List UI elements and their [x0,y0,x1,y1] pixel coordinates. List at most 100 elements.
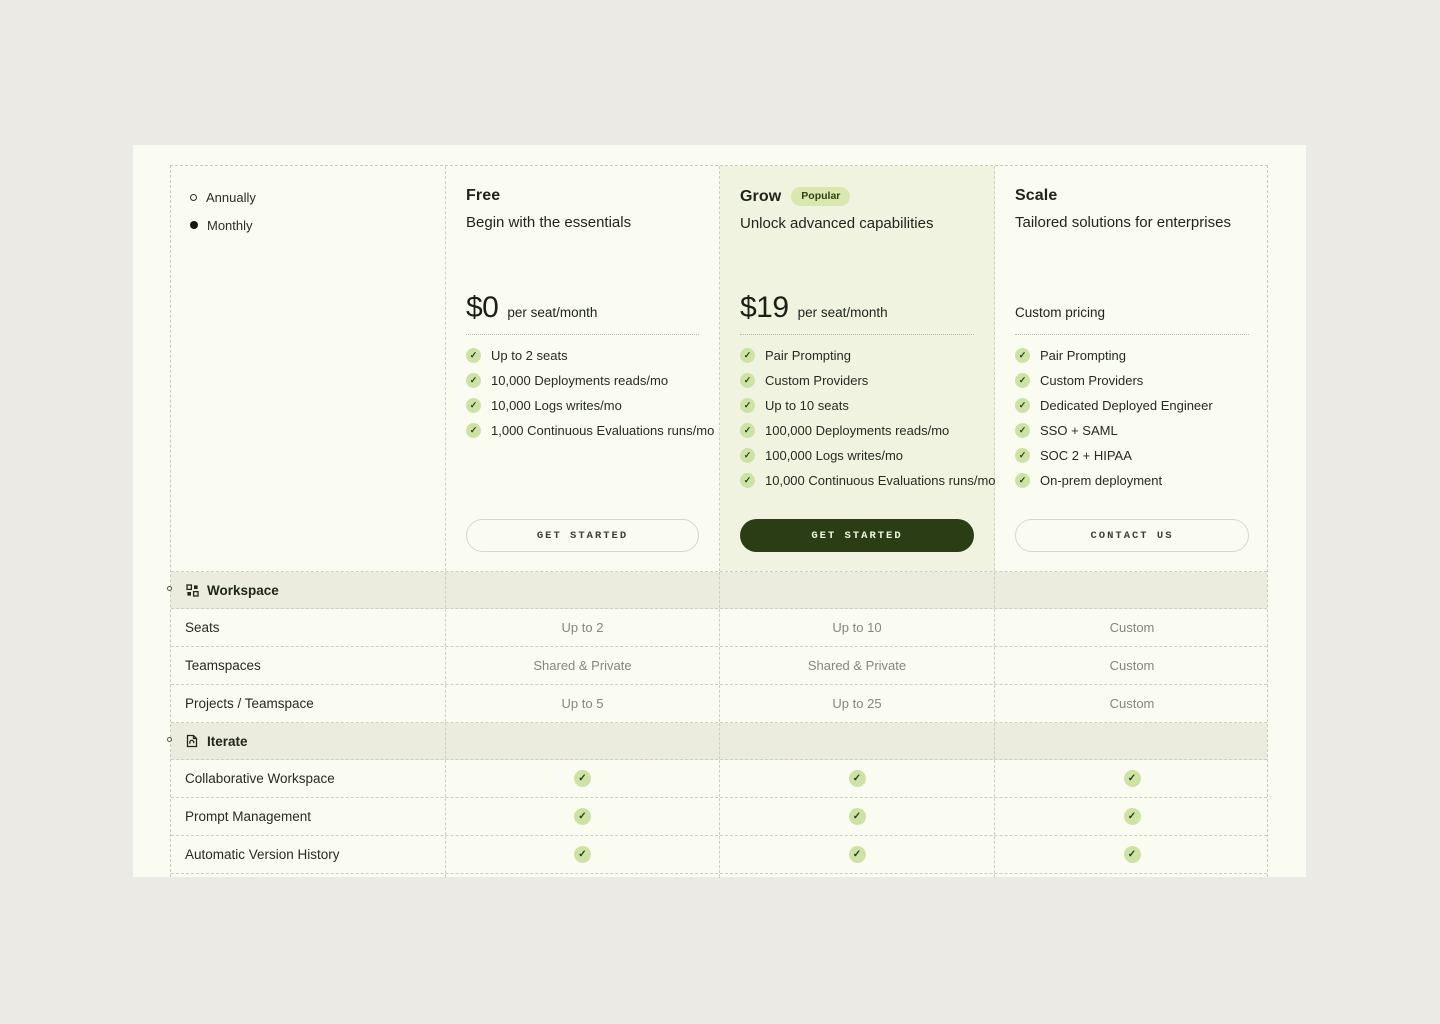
feature-list-scale: ✓ Pair Prompting ✓Custom Providers ✓ Dedic… [1015,348,1257,498]
row-value-scale: Custom [995,609,1269,646]
popular-badge: Popular [791,187,850,206]
row-value-free: Up to 2 [446,609,720,646]
check-icon: ✓ [849,770,866,787]
feature-item: ✓100,000 Logs writes/mo [740,448,982,463]
feature-item: ✓ Dedicated Deployed Engineer [1015,398,1257,413]
feature-item: ✓Up to 2 seats [466,348,707,363]
feature-list-grow: ✓ Pair Prompting ✓Custom Providers ✓Up to… [740,348,982,498]
custom-pricing-label: Custom pricing [1015,305,1105,320]
check-icon: ✓ [740,348,755,363]
check-icon: ✓ [740,448,755,463]
row-value-scale: Custom [995,685,1269,722]
table-row-seats: Seats Up to 2 Up to 10 Custom [171,609,1267,647]
plan-card-grow: Grow Popular Unlock advanced capabilitie… [720,166,995,571]
section-row-iterate: Iterate [171,723,1267,760]
check-icon: ✓ [740,473,755,488]
row-label: Collaborative Workspace [171,760,446,797]
section-anchor-icon [167,737,172,742]
table-row-projects-teamspace: Projects / Teamspace Up to 5 Up to 25 Cu… [171,685,1267,723]
feature-item: ✓SOC 2 + HIPAA [1015,448,1257,463]
plan-tagline-free: Begin with the essentials [466,214,699,231]
pricing-table: Annually Monthly Free Begin with the ess… [170,165,1268,877]
feature-item: ✓Up to 10 seats [740,398,982,413]
check-icon: ✓ [740,373,755,388]
feature-item: ✓Custom Providers [740,373,982,388]
billing-monthly-option[interactable]: Monthly [190,217,425,233]
check-icon: ✓ [1015,448,1030,463]
section-cell [720,572,995,608]
grow-get-started-button[interactable]: GET STARTED [740,519,974,552]
plan-name-free: Free [466,187,500,205]
divider [740,334,974,335]
pricing-page: Annually Monthly Free Begin with the ess… [133,145,1306,877]
table-row-collaborative-workspace: Collaborative Workspace ✓ ✓ ✓ [171,760,1267,798]
feature-label: 1,000 Continuous Evaluations runs/mo [491,423,714,438]
feature-label: Pair Prompting [765,348,851,363]
feature-label: 10,000 Deployments reads/mo [491,373,668,388]
row-value-free: ✓ [446,836,720,873]
billing-annually-option[interactable]: Annually [190,189,425,205]
section-cell [446,723,720,759]
section-title: Workspace [207,583,279,598]
section-anchor-icon [167,586,172,591]
check-icon: ✓ [1015,348,1030,363]
section-title-cell: Iterate [171,723,446,759]
price-suffix: per seat/month [507,305,597,320]
check-icon: ✓ [466,348,481,363]
table-row-teamspaces: Teamspaces Shared & Private Shared & Pri… [171,647,1267,685]
check-icon: ✓ [1124,770,1141,787]
divider [466,334,699,335]
radio-selected-icon [190,221,198,229]
feature-label: Pair Prompting [1040,348,1126,363]
row-label: Projects / Teamspace [171,685,446,722]
check-icon: ✓ [740,398,755,413]
section-cell [995,572,1269,608]
row-label: Seats [171,609,446,646]
row-value-free: Up to 5 [446,685,720,722]
row-value-free: ✓ [446,798,720,835]
row-value-grow: Up to 25 [720,685,995,722]
feature-item: ✓SSO + SAML [1015,423,1257,438]
check-icon: ✓ [1015,398,1030,413]
plans-row: Annually Monthly Free Begin with the ess… [171,166,1267,572]
check-icon: ✓ [574,808,591,825]
row-value-scale: ✓ [995,798,1269,835]
section-title-cell: Workspace [171,572,446,608]
plan-card-free: Free Begin with the essentials $0 per se… [446,166,720,571]
row-label: Automatic Version History [171,836,446,873]
table-row-automatic-version-history: Automatic Version History ✓ ✓ ✓ [171,836,1267,874]
plan-tagline-scale: Tailored solutions for enterprises [1015,214,1249,231]
plan-name-scale: Scale [1015,187,1057,205]
feature-label: 10,000 Continuous Evaluations runs/mo [765,473,996,488]
row-value-scale: Custom [995,647,1269,684]
check-icon: ✓ [1124,846,1141,863]
radio-unselected-icon [190,194,197,201]
plan-price-grow: $19 per seat/month [740,293,974,323]
billing-toggle: Annually Monthly [171,166,446,571]
check-icon: ✓ [1015,473,1030,488]
price-amount: $0 [466,293,498,323]
check-icon: ✓ [1015,373,1030,388]
scale-contact-us-button[interactable]: CONTACT US [1015,519,1249,552]
feature-item: ✓Custom Providers [1015,373,1257,388]
free-get-started-button[interactable]: GET STARTED [466,519,699,552]
document-icon [185,734,199,748]
section-title: Iterate [207,734,248,749]
divider [1015,334,1249,335]
row-value-free: ✓ [446,760,720,797]
feature-item: ✓100,000 Deployments reads/mo [740,423,982,438]
section-row-workspace: Workspace [171,572,1267,609]
price-suffix: per seat/month [798,305,888,320]
plan-price-free: $0 per seat/month [466,293,699,323]
feature-label: On-prem deployment [1040,473,1162,488]
feature-item: ✓1,000 Continuous Evaluations runs/mo [466,423,707,438]
plan-card-scale: Scale Tailored solutions for enterprises… [995,166,1269,571]
row-value-scale: ✓ [995,836,1269,873]
feature-item: ✓ Pair Prompting [740,348,982,363]
feature-label: Dedicated Deployed Engineer [1040,398,1213,413]
feature-item: ✓ On-prem deployment [1015,473,1257,488]
check-icon: ✓ [466,423,481,438]
section-cell [995,723,1269,759]
section-cell [171,874,446,878]
check-icon: ✓ [740,423,755,438]
